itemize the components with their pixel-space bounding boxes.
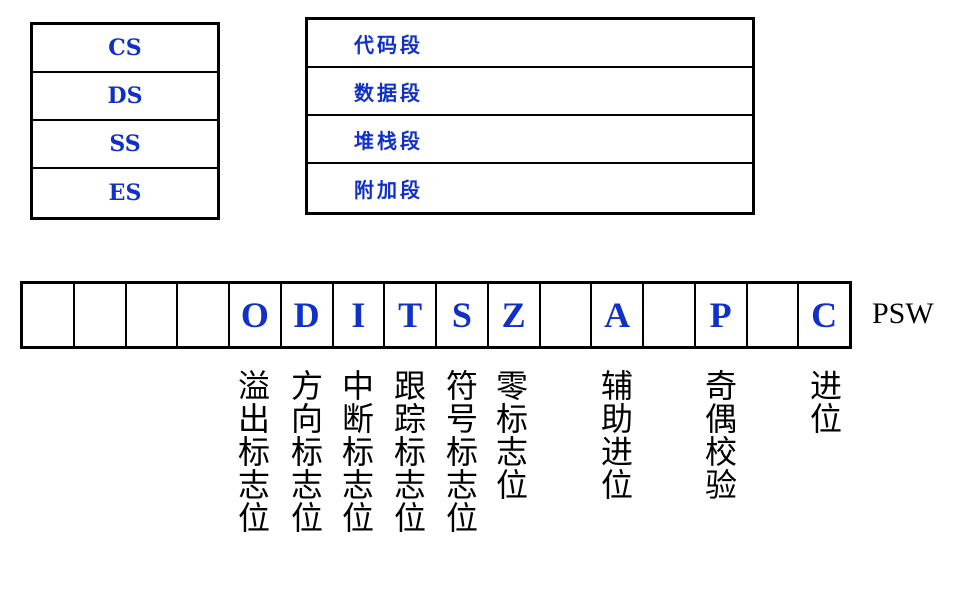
flag-desc-trap: 跟踪标志位 xyxy=(393,367,426,537)
flag-bit-cf: C xyxy=(811,295,838,335)
flag-desc-auxiliary: 辅助进位 xyxy=(600,367,633,504)
flag-bit-sf: S xyxy=(437,284,489,346)
flag-desc-zero: 零标志位 xyxy=(495,367,528,504)
segment-data: 数据段 xyxy=(308,68,752,116)
flag-bit-tf: T xyxy=(385,284,437,346)
register-ss: SS xyxy=(33,121,217,169)
segment-register-box: CS DS SS ES xyxy=(30,22,220,220)
flag-desc-carry: 进位 xyxy=(809,367,842,438)
flag-bit-5 xyxy=(541,284,593,346)
segment-code: 代码段 xyxy=(308,20,752,68)
flag-desc-parity: 奇偶校验 xyxy=(704,367,737,504)
flag-bit-12 xyxy=(178,284,230,346)
flag-bit-1 xyxy=(748,284,800,346)
segment-stack: 堆栈段 xyxy=(308,116,752,164)
flag-desc-direction: 方向标志位 xyxy=(290,367,323,537)
flag-bit-df: D xyxy=(282,284,334,346)
register-ds: DS xyxy=(33,73,217,121)
flag-bit-of: O xyxy=(230,284,282,346)
segment-extra: 附加段 xyxy=(354,177,423,202)
flag-bit-pf: P xyxy=(696,284,748,346)
flag-desc-sign: 符号标志位 xyxy=(445,367,478,537)
flag-bit-af: A xyxy=(592,284,644,346)
segment-box: 代码段 数据段 堆栈段 附加段 xyxy=(305,17,755,215)
flag-bit-15 xyxy=(23,284,75,346)
flag-desc-interrupt: 中断标志位 xyxy=(341,367,374,537)
psw-label: PSW xyxy=(872,297,934,330)
flag-desc-overflow: 溢出标志位 xyxy=(237,367,270,537)
flag-bit-if: I xyxy=(334,284,386,346)
flag-register: O D I T S Z A P C xyxy=(20,281,852,349)
register-cs: CS xyxy=(33,25,217,73)
flag-bit-zf: Z xyxy=(489,284,541,346)
flag-bit-14 xyxy=(75,284,127,346)
flag-bit-13 xyxy=(127,284,179,346)
register-es: ES xyxy=(108,180,142,206)
flag-bit-3 xyxy=(644,284,696,346)
